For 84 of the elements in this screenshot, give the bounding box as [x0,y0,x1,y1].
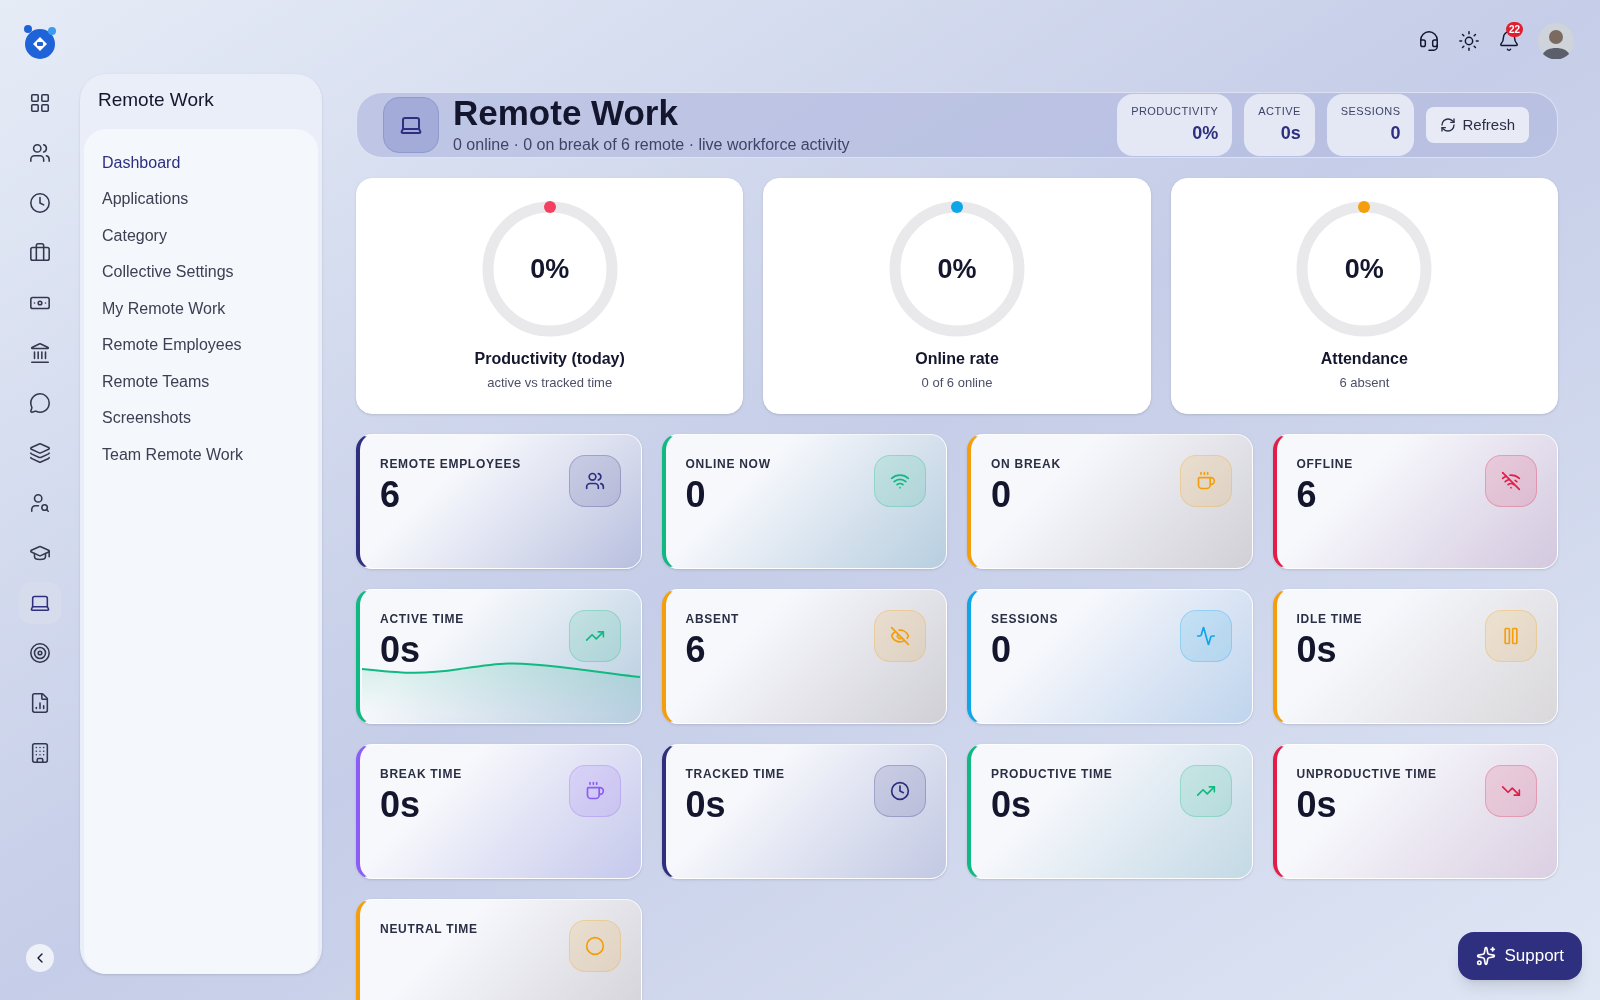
eye-off-icon [890,626,910,646]
chat-icon [29,392,51,414]
users-icon [29,142,51,164]
stat-label: NEUTRAL TIME [380,921,478,938]
chip-value: 0% [1191,121,1219,145]
clock-icon [29,192,51,214]
gauge-value: 0% [1344,252,1384,286]
submenu-item[interactable]: Team Remote Work [84,436,318,473]
users-icon [584,471,605,491]
coffee-icon [1195,471,1216,491]
stat-label: ABSENT [685,611,740,628]
pause-icon [1501,626,1521,646]
chip-value: 0 [1389,121,1401,145]
bank-icon [29,342,51,364]
stat-value: 0 [991,473,1013,517]
wifi-icon [890,471,910,491]
stat-label: SESSIONS [991,611,1059,628]
circle-icon [584,936,605,956]
user-search-icon [29,492,51,514]
stat-value: 6 [380,473,402,517]
gauge-caption: 0 of 6 online [921,374,993,392]
support-button[interactable]: Support [1458,932,1582,980]
briefcase-icon [29,242,51,264]
chip-label: ACTIVE [1258,104,1301,120]
gauge-value: 0% [530,252,570,286]
stat-value: 0s [380,783,422,827]
submenu-item[interactable]: My Remote Work [84,290,318,327]
stat-label: IDLE TIME [1296,611,1363,628]
stat-label: BREAK TIME [380,766,462,783]
gauge-caption: active vs tracked time [487,374,613,392]
submenu-item[interactable]: Collective Settings [84,254,318,291]
page-subtitle: 0 online · 0 on break of 6 remote · live workforce activity [453,135,850,155]
submenu-item[interactable]: Remote Teams [84,363,318,400]
stat-value: 0 [685,473,707,517]
submenu-item[interactable]: Dashboard [84,144,318,181]
pulse-icon [1195,626,1216,646]
stat-label: UNPRODUCTIVE TIME [1296,766,1437,783]
wifi-off-icon [1501,471,1521,491]
rail-item[interactable] [19,582,61,624]
stat-label: OFFLINE [1296,456,1353,473]
stat-label: ONLINE NOW [685,456,771,473]
gauge-label: Attendance [1320,349,1408,369]
gauge-caption: 6 absent [1339,374,1390,392]
stat-label: ACTIVE TIME [380,611,464,628]
avatar[interactable] [1538,23,1574,59]
refresh-button[interactable]: Refresh [1426,107,1529,143]
refresh-icon [1440,117,1457,133]
headset-icon[interactable] [1418,30,1440,52]
submenu-item[interactable]: Applications [84,181,318,218]
stat-label: TRACKED TIME [685,766,785,783]
notification-badge: 22 [1506,22,1524,37]
target-icon [29,642,51,664]
sparkles-icon [1476,946,1497,966]
stat-value: 0s [380,628,422,672]
chip-label: SESSIONS [1340,104,1401,120]
chip-label: PRODUCTIVITY [1131,104,1219,120]
collapse-button[interactable] [26,944,54,972]
stat-value: 6 [685,628,707,672]
gauge-label: Productivity (today) [474,349,625,369]
report-icon [29,692,51,714]
logo-icon[interactable] [21,22,59,60]
stat-label: ON BREAK [991,456,1061,473]
gauge-value: 0% [937,252,977,286]
submenu-item[interactable]: Remote Employees [84,327,318,364]
stat-value: 6 [1296,473,1318,517]
stat-value: 0s [991,783,1033,827]
stat-value: 0s [1296,628,1338,672]
submenu-item[interactable]: Screenshots [84,400,318,437]
building-icon [29,742,51,764]
gauge-label: Online rate [915,349,999,369]
page-title: Remote Work [453,93,679,133]
submenu-item[interactable]: Category [84,217,318,254]
theme-icon[interactable] [1458,30,1480,52]
grid-icon [29,92,51,114]
chip-value: 0s [1279,121,1301,145]
clock-icon [890,781,910,801]
coffee-icon [584,781,605,801]
layers-icon [29,442,51,464]
stat-value: 0s [685,783,727,827]
stat-value: 0 [991,628,1013,672]
submenu-title: Remote Work [97,88,215,112]
stat-value: 0s [1296,783,1338,827]
stat-label: REMOTE EMPLOYEES [380,456,521,473]
stat-label: PRODUCTIVE TIME [991,766,1113,783]
